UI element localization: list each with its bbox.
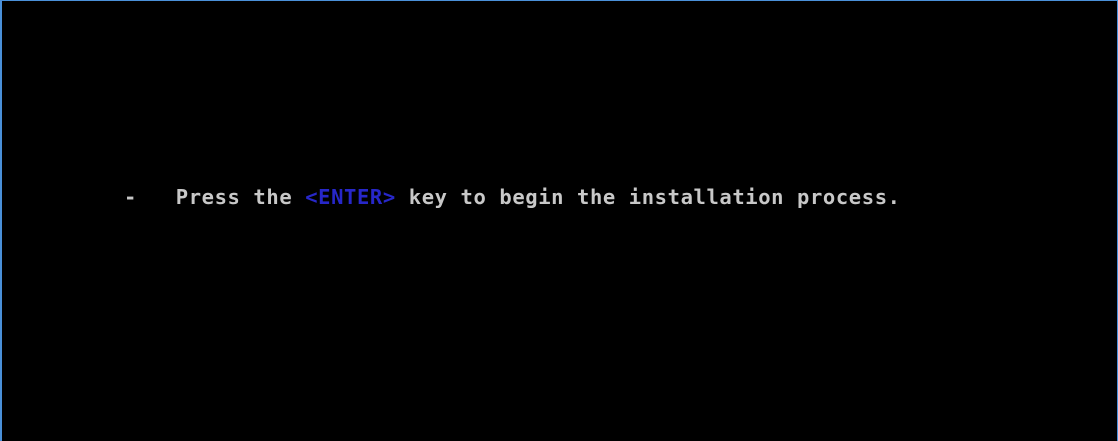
installer-console-screen: - Press the <ENTER> key to begin the ins… bbox=[4, 2, 1116, 441]
prompt-text-before: Press the bbox=[175, 185, 293, 209]
bullet-dash: - bbox=[124, 185, 137, 209]
enter-key-label: <ENTER> bbox=[305, 185, 396, 209]
installer-prompt-line: - Press the <ENTER> key to begin the ins… bbox=[124, 183, 901, 211]
screenshot-frame: - Press the <ENTER> key to begin the ins… bbox=[0, 0, 1118, 441]
prompt-text-after: key to begin the installation process. bbox=[408, 185, 901, 209]
